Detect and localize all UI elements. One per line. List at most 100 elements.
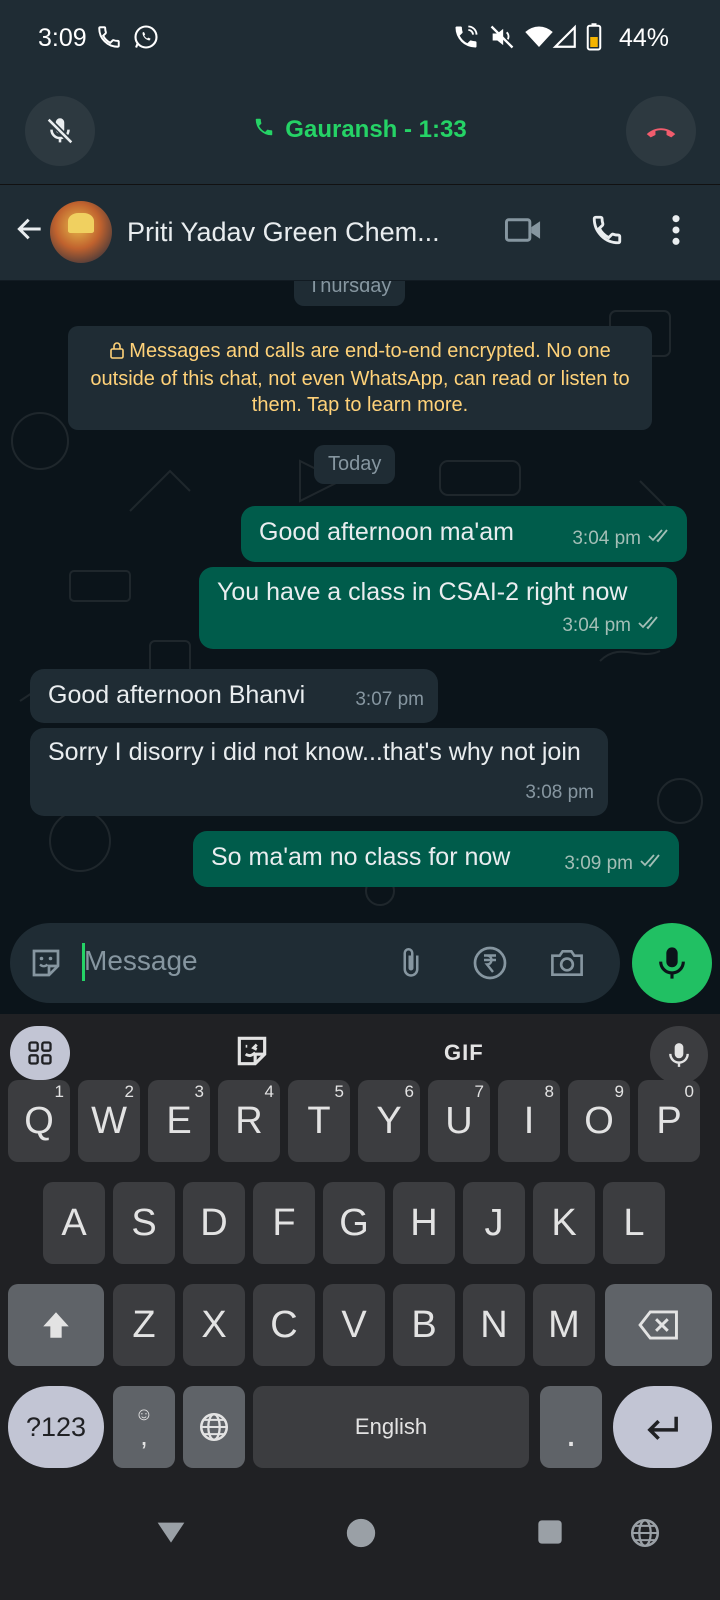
key-hint: 8: [544, 1082, 554, 1101]
key-s[interactable]: S: [113, 1182, 175, 1264]
message-text: Sorry I disorry i did not know...that's …: [48, 738, 581, 766]
message-meta: 3:08 pm: [525, 778, 594, 808]
key-x[interactable]: X: [183, 1284, 245, 1366]
key-label: W: [91, 1099, 127, 1142]
globe-icon[interactable]: [628, 1516, 662, 1555]
backspace-key[interactable]: [605, 1284, 712, 1366]
key-d[interactable]: D: [183, 1182, 245, 1264]
keyboard-toolbar: GIF: [0, 1014, 720, 1090]
call-status[interactable]: Gauransh - 1:33: [0, 116, 720, 145]
key-g[interactable]: G: [323, 1182, 385, 1264]
key-hint: 1: [54, 1082, 64, 1101]
key-w[interactable]: W2: [78, 1080, 140, 1162]
key-b[interactable]: B: [393, 1284, 455, 1366]
key-label: I: [523, 1099, 535, 1142]
recents-square-icon[interactable]: [536, 1518, 564, 1551]
comma-label: ,: [140, 1420, 148, 1451]
message-input[interactable]: Message: [10, 923, 620, 1003]
keyboard-voice-button[interactable]: [650, 1026, 708, 1084]
key-z[interactable]: Z: [113, 1284, 175, 1366]
language-key[interactable]: [183, 1386, 245, 1468]
gif-button[interactable]: GIF: [444, 1040, 484, 1066]
message-meta: 3:04 pm: [572, 524, 673, 554]
phone-call-icon: [96, 22, 122, 57]
key-u[interactable]: U7: [428, 1080, 490, 1162]
key-hint: 3: [194, 1082, 204, 1101]
key-a[interactable]: A: [43, 1182, 105, 1264]
more-options-icon[interactable]: [670, 213, 682, 252]
double-check-icon: [639, 849, 665, 879]
lock-icon: [109, 340, 125, 366]
key-n[interactable]: N: [463, 1284, 525, 1366]
keyboard: GIF Q1 W2 E3 R4 T5 Y6 U7 I8 O9 P0 A S D …: [0, 1014, 720, 1504]
key-hint: 6: [404, 1082, 414, 1101]
message-text: Good afternoon ma'am: [259, 518, 514, 546]
chat-header: Priti Yadav Green Chem...: [0, 184, 720, 280]
keyboard-menu-button[interactable]: [10, 1026, 70, 1080]
key-hint: 2: [124, 1082, 134, 1101]
message-bubble-outgoing[interactable]: Good afternoon ma'am 3:04 pm: [241, 506, 687, 562]
key-e[interactable]: E3: [148, 1080, 210, 1162]
double-check-icon: [637, 611, 663, 641]
period-key[interactable]: .: [540, 1386, 602, 1468]
key-label: T: [307, 1099, 331, 1142]
enter-key[interactable]: [613, 1386, 712, 1468]
space-bar[interactable]: English: [253, 1386, 529, 1468]
key-t[interactable]: T5: [288, 1080, 350, 1162]
voice-call-icon[interactable]: [590, 213, 624, 252]
message-bubble-outgoing[interactable]: So ma'am no class for now 3:09 pm: [193, 831, 679, 887]
key-h[interactable]: H: [393, 1182, 455, 1264]
key-q[interactable]: Q1: [8, 1080, 70, 1162]
key-v[interactable]: V: [323, 1284, 385, 1366]
message-text: Good afternoon Bhanvi: [48, 681, 306, 709]
video-call-icon[interactable]: [505, 213, 543, 252]
globe-icon: [199, 1412, 229, 1442]
date-chip-today: Today: [314, 445, 396, 484]
end-call-button[interactable]: [626, 96, 696, 166]
wifi-icon: [524, 22, 554, 57]
key-m[interactable]: M: [533, 1284, 595, 1366]
key-k[interactable]: K: [533, 1182, 595, 1264]
shift-key[interactable]: [8, 1284, 104, 1366]
key-c[interactable]: C: [253, 1284, 315, 1366]
back-arrow-icon[interactable]: [14, 213, 46, 250]
camera-icon[interactable]: [548, 945, 586, 986]
key-p[interactable]: P0: [638, 1080, 700, 1162]
emoji-sticker-icon[interactable]: [28, 945, 64, 986]
sticker-icon[interactable]: [233, 1032, 271, 1075]
voice-message-button[interactable]: [632, 923, 712, 1003]
back-triangle-icon[interactable]: [155, 1518, 187, 1551]
hang-up-icon: [646, 128, 676, 138]
backspace-icon: [637, 1310, 678, 1340]
key-r[interactable]: R4: [218, 1080, 280, 1162]
avatar[interactable]: [50, 201, 112, 263]
contact-name[interactable]: Priti Yadav Green Chem...: [127, 217, 467, 248]
message-bubble-incoming[interactable]: Good afternoon Bhanvi 3:07 pm: [30, 669, 438, 723]
status-bar: 3:09 44%: [0, 0, 720, 80]
key-label: P: [656, 1099, 682, 1142]
key-o[interactable]: O9: [568, 1080, 630, 1162]
mic-icon: [669, 1043, 689, 1067]
message-placeholder: Message: [84, 945, 198, 976]
message-meta: 3:04 pm: [562, 611, 663, 641]
key-j[interactable]: J: [463, 1182, 525, 1264]
key-hint: 9: [614, 1082, 624, 1101]
key-l[interactable]: L: [603, 1182, 665, 1264]
rupee-payment-icon[interactable]: [472, 945, 508, 986]
attach-icon[interactable]: [396, 945, 426, 986]
key-f[interactable]: F: [253, 1182, 315, 1264]
key-y[interactable]: Y6: [358, 1080, 420, 1162]
symbols-key[interactable]: ?123: [8, 1386, 104, 1468]
key-i[interactable]: I8: [498, 1080, 560, 1162]
key-label: Y: [376, 1099, 402, 1142]
message-bubble-incoming[interactable]: Sorry I disorry i did not know...that's …: [30, 728, 608, 816]
message-time: 3:04 pm: [572, 528, 641, 549]
key-label: O: [584, 1099, 614, 1142]
message-bubble-outgoing[interactable]: You have a class in CSAI-2 right now 3:0…: [199, 567, 677, 649]
message-text: So ma'am no class for now: [211, 843, 511, 871]
emoji-comma-key[interactable]: ☺ ,: [113, 1386, 175, 1468]
chat-area[interactable]: Thursday Messages and calls are end-to-e…: [0, 281, 720, 917]
home-circle-icon[interactable]: [344, 1516, 378, 1555]
encryption-notice[interactable]: Messages and calls are end-to-end encryp…: [68, 326, 652, 430]
ongoing-call-banner[interactable]: Gauransh - 1:33: [0, 80, 720, 184]
